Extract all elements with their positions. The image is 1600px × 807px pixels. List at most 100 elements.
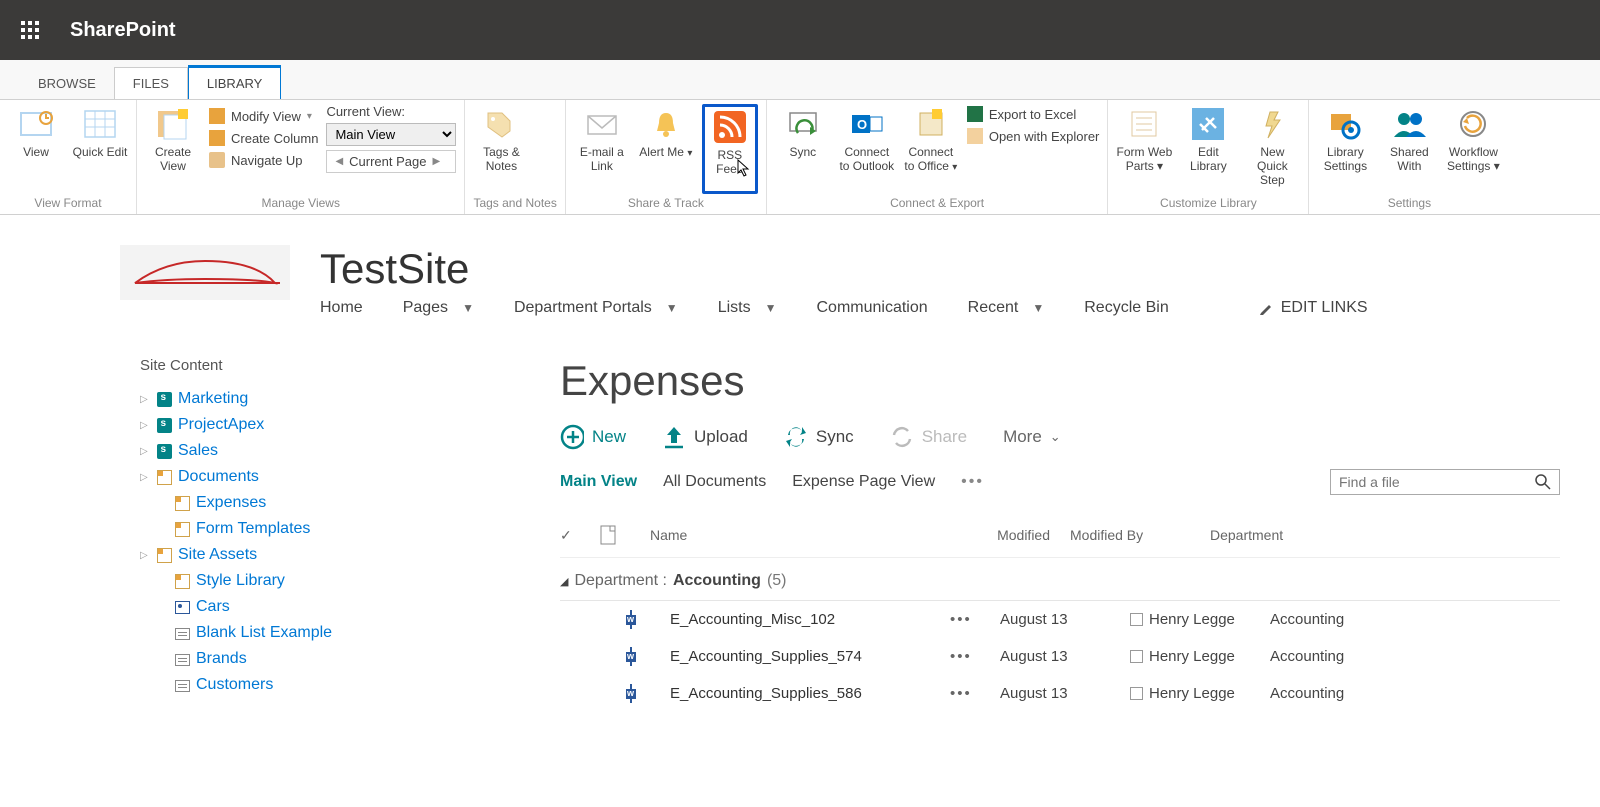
- ribbon-group-settings: Library Settings Shared With Workflow Se…: [1309, 100, 1509, 214]
- sync-button[interactable]: Sync: [775, 104, 831, 194]
- share-command[interactable]: Share: [890, 425, 967, 449]
- connect-office-button[interactable]: Connect to Office ▾: [903, 104, 959, 194]
- ql-customers[interactable]: Customers: [140, 672, 460, 698]
- quick-launch: Site Content ▷Marketing▷ProjectApex▷Sale…: [140, 357, 460, 712]
- checkbox[interactable]: [1130, 613, 1143, 626]
- open-explorer-button[interactable]: Open with Explorer: [967, 128, 1100, 144]
- ql-sales[interactable]: ▷Sales: [140, 438, 460, 464]
- checkbox[interactable]: [1130, 650, 1143, 663]
- new-button[interactable]: New: [560, 425, 626, 449]
- envelope-icon: [584, 106, 620, 142]
- alert-me-button[interactable]: Alert Me ▾: [638, 104, 694, 194]
- nav-home[interactable]: Home: [320, 299, 363, 317]
- shared-with-button[interactable]: Shared With: [1381, 104, 1437, 194]
- ribbon-tabs: BROWSE FILES LIBRARY: [0, 60, 1600, 100]
- create-column-button[interactable]: Create Column: [209, 130, 318, 146]
- select-all-check[interactable]: ✓: [560, 527, 580, 544]
- site-header: TestSite Home Pages▼ Department Portals▼ Li…: [0, 245, 1600, 317]
- rss-feed-button[interactable]: RSS Feed: [702, 104, 758, 194]
- upload-button[interactable]: Upload: [662, 425, 748, 449]
- app-launcher-icon[interactable]: [10, 10, 50, 50]
- nav-department-portals[interactable]: Department Portals▼: [514, 299, 678, 317]
- ql-style-library[interactable]: Style Library: [140, 568, 460, 594]
- group-header[interactable]: ◢ Department : Accounting (5): [560, 558, 1560, 600]
- sync-command[interactable]: Sync: [784, 425, 854, 449]
- create-view-button[interactable]: Create View: [145, 104, 201, 194]
- checkbox[interactable]: [1130, 687, 1143, 700]
- table-row[interactable]: E_Accounting_Misc_102•••August 13Henry L…: [560, 601, 1560, 638]
- item-menu[interactable]: •••: [950, 648, 980, 665]
- edit-links[interactable]: EDIT LINKS: [1259, 299, 1368, 317]
- nav-communication[interactable]: Communication: [816, 299, 927, 317]
- ql-cars[interactable]: Cars: [140, 594, 460, 620]
- type-column-icon[interactable]: [600, 525, 630, 545]
- ql-documents[interactable]: ▷Documents: [140, 464, 460, 490]
- edit-library-button[interactable]: Edit Library: [1180, 104, 1236, 194]
- more-command[interactable]: More ⌄: [1003, 427, 1061, 447]
- ql-form-templates[interactable]: Form Templates: [140, 516, 460, 542]
- col-modified-by[interactable]: Modified By: [1070, 527, 1190, 543]
- site-title: TestSite: [320, 245, 1368, 293]
- ql-expenses[interactable]: Expenses: [140, 490, 460, 516]
- col-modified[interactable]: Modified: [940, 527, 1050, 543]
- cursor-icon: [737, 159, 751, 177]
- nav-recent[interactable]: Recent▼: [968, 299, 1045, 317]
- email-link-button[interactable]: E-mail a Link: [574, 104, 630, 194]
- col-department[interactable]: Department: [1210, 527, 1283, 543]
- item-menu[interactable]: •••: [950, 611, 980, 628]
- plus-circle-icon: [560, 425, 584, 449]
- sync-icon: [784, 425, 808, 449]
- col-name[interactable]: Name: [650, 527, 920, 543]
- product-name: SharePoint: [70, 19, 176, 42]
- view-main[interactable]: Main View: [560, 473, 637, 491]
- people-icon: [1391, 106, 1427, 142]
- search-input[interactable]: [1339, 474, 1535, 490]
- export-excel-button[interactable]: Export to Excel: [967, 106, 1100, 122]
- tab-library[interactable]: LIBRARY: [188, 65, 281, 99]
- view-bar: Main View All Documents Expense Page Vie…: [560, 469, 1560, 495]
- ql-marketing[interactable]: ▷Marketing: [140, 386, 460, 412]
- file-name[interactable]: E_Accounting_Misc_102: [670, 611, 930, 628]
- file-name[interactable]: E_Accounting_Supplies_574: [670, 648, 930, 665]
- file-name[interactable]: E_Accounting_Supplies_586: [670, 685, 930, 702]
- command-bar: New Upload Sync Share More ⌄: [560, 425, 1560, 449]
- main-content: Expenses New Upload Sync Share More ⌄: [560, 357, 1600, 712]
- search-box[interactable]: [1330, 469, 1560, 495]
- view-button[interactable]: View: [8, 104, 64, 194]
- workflow-settings-button[interactable]: Workflow Settings ▾: [1445, 104, 1501, 194]
- site-logo[interactable]: [120, 245, 290, 300]
- bell-icon: [648, 106, 684, 142]
- tab-browse[interactable]: BROWSE: [20, 68, 114, 99]
- ql-blank-list-example[interactable]: Blank List Example: [140, 620, 460, 646]
- tags-notes-button[interactable]: Tags & Notes: [473, 104, 529, 194]
- search-icon[interactable]: [1535, 474, 1551, 490]
- library-settings-button[interactable]: Library Settings: [1317, 104, 1373, 194]
- nav-recycle-bin[interactable]: Recycle Bin: [1084, 299, 1168, 317]
- new-quick-step-button[interactable]: New Quick Step: [1244, 104, 1300, 194]
- item-menu[interactable]: •••: [950, 685, 980, 702]
- modify-view-button[interactable]: Modify View ▾: [209, 108, 318, 124]
- current-view-select[interactable]: Main View: [326, 123, 456, 146]
- ribbon-group-customize: Form Web Parts ▾ Edit Library New Quick …: [1108, 100, 1309, 214]
- list-title: Expenses: [560, 357, 1560, 405]
- connect-outlook-button[interactable]: O Connect to Outlook: [839, 104, 895, 194]
- ribbon-group-manage-views: Create View Modify View ▾ Create Column …: [137, 100, 465, 214]
- table-row[interactable]: E_Accounting_Supplies_574•••August 13Hen…: [560, 638, 1560, 675]
- view-all-documents[interactable]: All Documents: [663, 473, 766, 491]
- quick-edit-button[interactable]: Quick Edit: [72, 104, 128, 194]
- nav-pages[interactable]: Pages▼: [403, 299, 474, 317]
- navigate-up-button[interactable]: Navigate Up: [209, 152, 318, 168]
- table-row[interactable]: E_Accounting_Supplies_586•••August 13Hen…: [560, 675, 1560, 712]
- tab-files[interactable]: FILES: [114, 67, 188, 99]
- more-views[interactable]: •••: [961, 473, 984, 491]
- view-expense-page[interactable]: Expense Page View: [792, 473, 935, 491]
- ql-brands[interactable]: Brands: [140, 646, 460, 672]
- ql-site-assets[interactable]: ▷Site Assets: [140, 542, 460, 568]
- current-page-nav[interactable]: ◀Current Page▶: [326, 150, 456, 173]
- word-doc-icon: [630, 648, 650, 665]
- pencil-icon: [1259, 301, 1273, 315]
- form-web-parts-button[interactable]: Form Web Parts ▾: [1116, 104, 1172, 194]
- word-doc-icon: [630, 611, 650, 628]
- ql-projectapex[interactable]: ▷ProjectApex: [140, 412, 460, 438]
- nav-lists[interactable]: Lists▼: [718, 299, 777, 317]
